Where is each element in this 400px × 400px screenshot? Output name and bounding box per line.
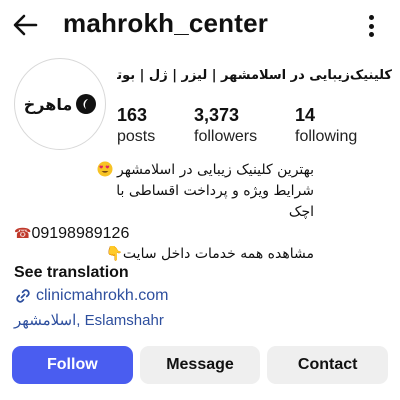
- profile-username: mahrokh_center: [63, 8, 269, 38]
- bio-line-3: اچک: [288, 204, 314, 220]
- pointing-down-icon: 👇: [105, 246, 123, 262]
- logo-mark-icon: [76, 94, 97, 114]
- link-icon: [16, 289, 30, 303]
- phone-number: 09198989126: [31, 225, 130, 242]
- profile-bio: بهترین کلینیک زیبایی در اسلامشهر شرایط و…: [14, 160, 314, 265]
- following-count: 14: [295, 105, 316, 125]
- bio-phone[interactable]: ☎09198989126: [14, 223, 314, 244]
- posts-count: 163: [117, 105, 148, 125]
- bio-line-2: شرایط ویژه و پرداخت اقساطی با: [116, 183, 314, 199]
- following-label: following: [295, 128, 358, 145]
- bio-line-5-text: مشاهده همه خدمات داخل سایت: [122, 246, 314, 262]
- profile-category: کلینیک‌زیبایی در اسلامشهر | لیزر | ژل | …: [117, 68, 392, 83]
- bio-line-5: مشاهده همه خدمات داخل سایت👇: [14, 244, 314, 265]
- heart-eyes-emoji-icon: [97, 161, 113, 177]
- more-options-icon[interactable]: [364, 12, 378, 40]
- stat-following[interactable]: 14 following: [295, 104, 357, 148]
- bio-line-1-text: بهترین کلینیک زیبایی در اسلامشهر: [116, 162, 314, 178]
- bio-line-1: بهترین کلینیک زیبایی در اسلامشهر: [14, 160, 314, 181]
- avatar-logo-text: ماهرخ: [23, 94, 73, 114]
- bio-text: بهترین کلینیک زیبایی در اسلامشهر شرایط و…: [14, 160, 314, 223]
- stat-posts[interactable]: 163 posts: [117, 104, 155, 148]
- posts-label: posts: [117, 128, 156, 145]
- follow-button[interactable]: Follow: [12, 346, 133, 384]
- see-translation-link[interactable]: See translation: [14, 264, 129, 282]
- contact-button[interactable]: Contact: [267, 346, 389, 384]
- stat-followers[interactable]: 3,373 followers: [194, 104, 257, 148]
- message-button[interactable]: Message: [139, 346, 261, 384]
- profile-actions: Follow Message Contact: [12, 346, 389, 384]
- avatar-logo: ماهرخ: [17, 61, 103, 147]
- location-link[interactable]: اسلامشهر, Eslamshahr: [14, 311, 164, 329]
- profile-header: mahrokh_center: [0, 0, 400, 52]
- back-arrow-icon[interactable]: [10, 10, 40, 40]
- telephone-icon: ☎: [14, 225, 32, 241]
- profile-stats: 163 posts 3,373 followers 14 following: [117, 104, 392, 150]
- avatar[interactable]: ماهرخ: [14, 58, 106, 150]
- website-link-text: clinicmahrokh.com: [36, 287, 169, 304]
- followers-label: followers: [194, 128, 258, 145]
- followers-count: 3,373: [194, 105, 240, 125]
- website-link[interactable]: clinicmahrokh.com: [14, 287, 168, 305]
